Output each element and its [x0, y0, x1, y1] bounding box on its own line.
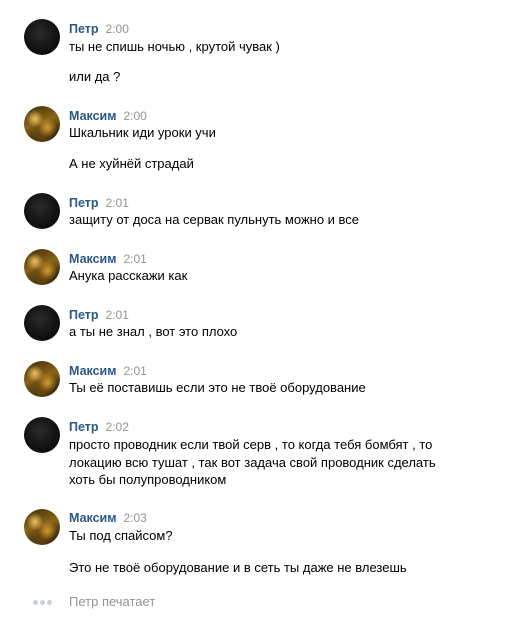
message-text: просто проводник если твой серв , то ког…	[69, 437, 433, 452]
message-time[interactable]: 2:03	[124, 511, 147, 525]
author-name[interactable]: Максим	[69, 511, 117, 525]
author-name[interactable]: Максим	[69, 252, 117, 266]
avatar-maxim[interactable]	[24, 106, 60, 142]
message-text: Это не твоё оборудование и в сеть ты даж…	[69, 560, 407, 575]
message-time[interactable]: 2:00	[106, 22, 129, 36]
author-name[interactable]: Петр	[69, 420, 99, 434]
message-text: ты не спишь ночью , крутой чувак )	[69, 39, 280, 54]
message-text: а ты не знал , вот это плохо	[69, 324, 238, 339]
author-name[interactable]: Максим	[69, 109, 117, 123]
message-text: А не хуйнёй страдай	[69, 156, 194, 171]
message-text: хоть бы полупроводником	[69, 472, 227, 487]
message-time[interactable]: 2:02	[106, 420, 129, 434]
message-time[interactable]: 2:00	[124, 109, 147, 123]
message-time[interactable]: 2:01	[106, 196, 129, 210]
message-time[interactable]: 2:01	[124, 364, 147, 378]
author-name[interactable]: Петр	[69, 196, 99, 210]
avatar-petr[interactable]	[24, 305, 60, 341]
message-text: Шкальник иди уроки учи	[69, 125, 216, 140]
avatar-maxim[interactable]	[24, 249, 60, 285]
message-text: Ты её поставишь если это не твоё оборудо…	[69, 380, 366, 395]
message-text: Анука расскажи как	[69, 268, 188, 283]
author-name[interactable]: Петр	[69, 22, 99, 36]
message-text: Ты под спайсом?	[69, 528, 173, 543]
avatar-maxim[interactable]	[24, 509, 60, 545]
avatar-petr[interactable]	[24, 417, 60, 453]
message-time[interactable]: 2:01	[124, 252, 147, 266]
message-text: или да ?	[69, 69, 121, 84]
author-name[interactable]: Максим	[69, 364, 117, 378]
message-text: защиту от доса на сервак пульнуть можно …	[69, 212, 360, 227]
message-text: локацию всю тушат , так вот задача свой …	[69, 455, 436, 470]
message-time[interactable]: 2:01	[106, 308, 129, 322]
typing-text: Петр печатает	[69, 594, 156, 609]
avatar-maxim[interactable]	[24, 361, 60, 397]
avatar-petr[interactable]	[24, 193, 60, 229]
avatar-petr[interactable]	[24, 19, 60, 55]
author-name[interactable]: Петр	[69, 308, 99, 322]
